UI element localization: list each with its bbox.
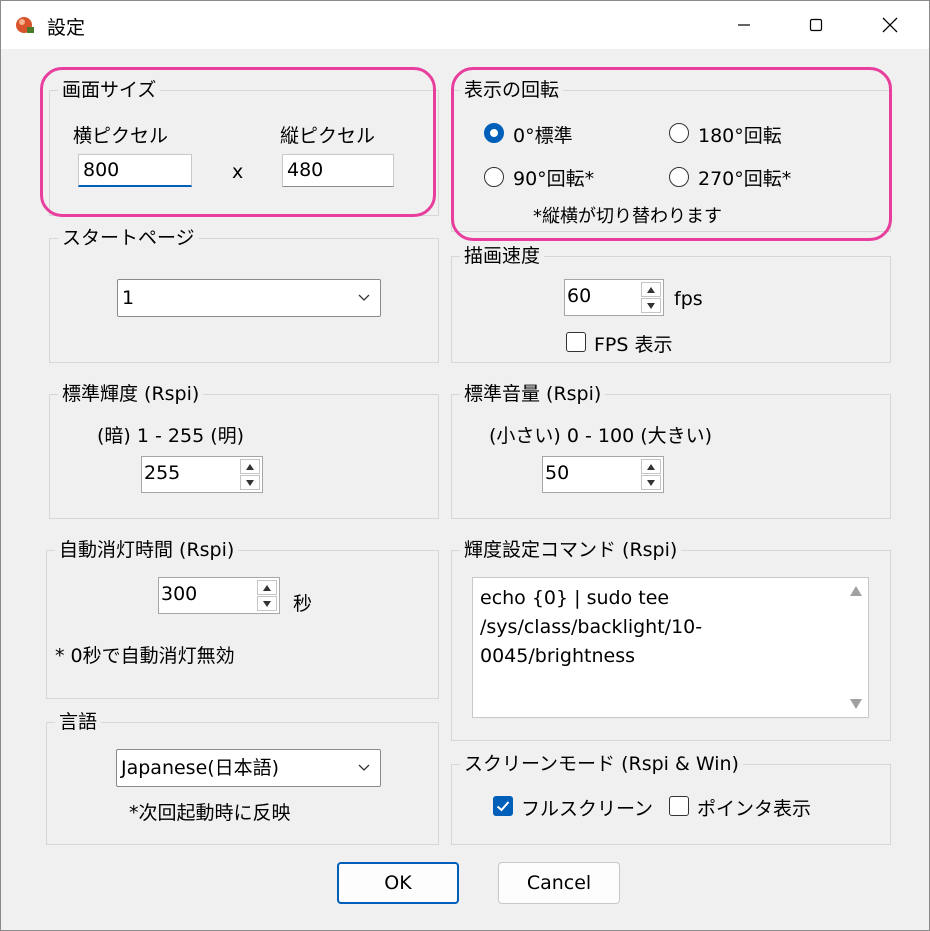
maximize-icon [809, 18, 823, 32]
start-page-value: 1 [122, 287, 135, 309]
minimize-button[interactable] [709, 1, 779, 49]
screen-size-legend: 画面サイズ [62, 79, 157, 101]
brightness-spin-arrows [240, 459, 260, 490]
volume-spin-up[interactable] [641, 459, 661, 474]
triangle-up-icon [263, 584, 271, 591]
triangle-down-icon [647, 302, 655, 309]
fullscreen-label: フルスクリーン [521, 798, 654, 820]
brightness-spin-down[interactable] [240, 475, 260, 490]
scroll-down-icon[interactable] [850, 699, 862, 709]
brightness-value: 255 [144, 462, 181, 484]
triangle-up-icon [647, 463, 655, 470]
volume-legend: 標準音量 (Rspi) [464, 383, 602, 405]
checkmark-icon [496, 801, 510, 812]
scroll-up-icon[interactable] [850, 586, 862, 596]
chevron-down-icon [358, 764, 370, 771]
fps-spin-up[interactable] [641, 282, 661, 297]
ok-button[interactable]: OK [337, 862, 459, 904]
fullscreen-checkbox[interactable] [493, 796, 513, 816]
chevron-down-icon [358, 294, 370, 301]
close-icon [882, 17, 898, 33]
radio-rotate-180-label: 180°回転 [698, 125, 782, 147]
rotation-legend: 表示の回転 [464, 79, 560, 101]
brightness-legend: 標準輝度 (Rspi) [62, 383, 200, 405]
start-page-legend: スタートページ [62, 227, 195, 249]
brightness-range: (暗) 1 - 255 (明) [97, 425, 245, 447]
auto-off-group: 自動消灯時間 (Rspi) [46, 539, 439, 699]
volume-spin-down[interactable] [641, 475, 661, 490]
fps-display-checkbox[interactable] [566, 332, 586, 352]
minimize-icon [738, 24, 750, 26]
language-select[interactable]: Japanese(日本語) [116, 749, 381, 787]
brightness-spin-up[interactable] [240, 459, 260, 474]
auto-off-legend: 自動消灯時間 (Rspi) [59, 539, 235, 561]
auto-off-spin-arrows [257, 580, 277, 611]
language-value: Japanese(日本語) [121, 757, 280, 779]
brightness-command-text: echo {0} | sudo tee /sys/class/backlight… [480, 587, 703, 667]
size-separator: x [232, 161, 244, 183]
volume-spinbox[interactable]: 50 [542, 456, 664, 493]
settings-window: 設定 画面サイズ 横ピクセル 縦ピクセル 800 x 480 表示の回転 0°標… [0, 0, 930, 931]
volume-group: 標準音量 (Rspi) [451, 383, 891, 519]
language-legend: 言語 [59, 711, 98, 733]
width-input[interactable]: 800 [78, 154, 192, 187]
height-label: 縦ピクセル [280, 125, 376, 147]
auto-off-note: * 0秒で自動消灯無効 [55, 645, 235, 667]
brightness-group: 標準輝度 (Rspi) [49, 383, 439, 519]
brightness-spinbox[interactable]: 255 [141, 456, 263, 493]
fps-display-label: FPS 表示 [594, 334, 673, 356]
cancel-button[interactable]: Cancel [498, 862, 620, 904]
brightness-command-textarea[interactable]: echo {0} | sudo tee /sys/class/backlight… [472, 577, 869, 718]
triangle-up-icon [246, 463, 254, 470]
radio-rotate-90-label: 90°回転* [513, 168, 595, 190]
width-label: 横ピクセル [73, 125, 169, 147]
brightness-command-legend: 輝度設定コマンド (Rspi) [464, 539, 678, 561]
auto-off-spinbox[interactable]: 300 [158, 577, 280, 614]
triangle-down-icon [246, 479, 254, 486]
close-button[interactable] [855, 1, 925, 49]
fps-value: 60 [567, 285, 592, 307]
pointer-display-checkbox[interactable] [669, 796, 689, 816]
auto-off-unit: 秒 [293, 593, 313, 615]
radio-rotate-0-label: 0°標準 [513, 125, 573, 147]
screen-mode-legend: スクリーンモード (Rspi & Win) [464, 753, 739, 775]
fps-spin-arrows [641, 282, 661, 313]
fps-spin-down[interactable] [641, 298, 661, 313]
fps-spinbox[interactable]: 60 [564, 279, 664, 316]
volume-spin-arrows [641, 459, 661, 490]
triangle-down-icon [647, 479, 655, 486]
volume-value: 50 [545, 462, 570, 484]
draw-speed-legend: 描画速度 [464, 245, 541, 267]
radio-rotate-270-label: 270°回転* [698, 168, 792, 190]
auto-off-spin-down[interactable] [257, 596, 277, 611]
radio-rotate-0[interactable] [484, 123, 504, 143]
language-note: *次回起動時に反映 [129, 802, 291, 824]
window-title: 設定 [47, 17, 86, 39]
auto-off-value: 300 [161, 583, 198, 605]
volume-range: (小さい) 0 - 100 (大きい) [489, 425, 713, 447]
maximize-button[interactable] [781, 1, 851, 49]
pointer-display-label: ポインタ表示 [697, 798, 812, 820]
auto-off-spin-up[interactable] [257, 580, 277, 595]
rotation-note: *縦横が切り替わります [533, 206, 722, 227]
start-page-select[interactable]: 1 [117, 279, 381, 317]
radio-rotate-270[interactable] [669, 167, 689, 187]
radio-rotate-90[interactable] [484, 167, 504, 187]
fps-unit: fps [674, 288, 703, 310]
radio-rotate-180[interactable] [669, 123, 689, 143]
title-bar[interactable]: 設定 [1, 1, 929, 49]
height-input[interactable]: 480 [282, 154, 394, 187]
triangle-up-icon [647, 286, 655, 293]
triangle-down-icon [263, 600, 271, 607]
app-icon [16, 17, 34, 33]
